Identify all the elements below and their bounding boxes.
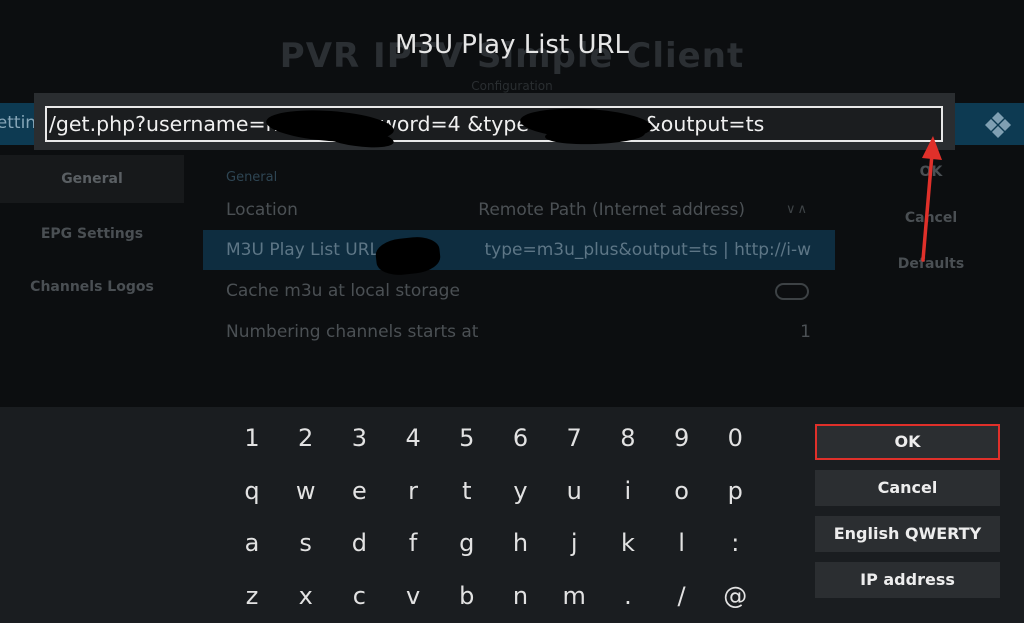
key[interactable]: v [393,576,433,616]
key[interactable]: l [662,523,702,563]
key[interactable]: a [232,523,272,563]
key[interactable]: 0 [715,418,755,458]
key[interactable]: 7 [554,418,594,458]
key[interactable]: r [393,471,433,511]
sidebar-item-epg-settings[interactable]: EPG Settings [0,210,184,258]
section-heading: General [226,170,278,185]
key[interactable]: 2 [286,418,326,458]
virtual-keyboard: 1 2 3 4 5 6 7 8 9 0 q w e r t y u i o p a s d f g h j k l: z x c v b n m. / @… [0,407,1024,623]
key[interactable]: g [447,523,487,563]
setting-row-cache-m3u[interactable]: Cache m3u at local storage [203,271,835,311]
key[interactable]: e [339,471,379,511]
key[interactable]: x [286,576,326,616]
key[interactable]: f [393,523,433,563]
sidebar-item-general[interactable]: General [0,155,184,203]
key[interactable]: n [501,576,541,616]
keyboard-layout-button[interactable]: English QWERTY [815,516,1000,552]
addon-subtitle: Configuration [471,79,553,93]
annotation-arrow-icon [921,136,942,262]
key[interactable]: c [339,576,379,616]
setting-value: 1 [800,322,811,342]
setting-label: Numbering channels starts at [226,322,479,342]
key[interactable]: d [339,523,379,563]
setting-label: Cache m3u at local storage [226,281,460,301]
ok-button[interactable]: OK [815,424,1000,460]
key[interactable]: 4 [393,418,433,458]
key[interactable]: h [501,523,541,563]
setting-label: M3U Play List URL [226,240,380,260]
key[interactable]: @ [715,576,755,616]
setting-value: type=m3u_plus&output=ts | http://i-w [484,240,812,260]
key[interactable]: / [662,576,702,616]
key[interactable]: 6 [501,418,541,458]
kodi-logo-icon [985,112,1011,138]
key[interactable]: m [554,576,594,616]
key[interactable]: i [608,471,648,511]
setting-row-m3u-url[interactable]: M3U Play List URL type=m3u_plus&output=t… [203,230,835,270]
toggle-switch[interactable] [775,283,809,300]
spinner-arrows-icon[interactable]: ∨∧ [786,190,809,230]
key[interactable]: z [232,576,272,616]
key[interactable]: 9 [662,418,702,458]
key[interactable]: j [554,523,594,563]
key[interactable]: s [286,523,326,563]
key[interactable]: b [447,576,487,616]
key[interactable]: k [608,523,648,563]
key[interactable]: q [232,471,272,511]
key[interactable]: w [286,471,326,511]
key[interactable]: 5 [447,418,487,458]
key[interactable]: u [554,471,594,511]
cancel-button[interactable]: Cancel [815,470,1000,506]
key[interactable]: p [715,471,755,511]
setting-value: Remote Path (Internet address) [478,200,745,220]
url-input[interactable]: /get.php?username=nM C&password=4 &type=… [45,106,943,142]
key[interactable]: 3 [339,418,379,458]
setting-row-numbering[interactable]: Numbering channels starts at 1 [203,312,835,352]
key[interactable]: : [715,523,755,563]
key[interactable]: 1 [232,418,272,458]
setting-label: Location [226,200,298,220]
key[interactable]: 8 [608,418,648,458]
key[interactable]: y [501,471,541,511]
key[interactable]: t [447,471,487,511]
sidebar-item-channels-logos[interactable]: Channels Logos [0,263,184,311]
settings-sidebar: General EPG Settings Channels Logos [0,152,184,410]
key[interactable]: . [608,576,648,616]
ip-address-button[interactable]: IP address [815,562,1000,598]
dialog-title: M3U Play List URL [394,30,630,60]
setting-row-location[interactable]: Location Remote Path (Internet address) … [203,190,835,230]
key[interactable]: o [662,471,702,511]
settings-panel: General Location Remote Path (Internet a… [203,162,835,410]
